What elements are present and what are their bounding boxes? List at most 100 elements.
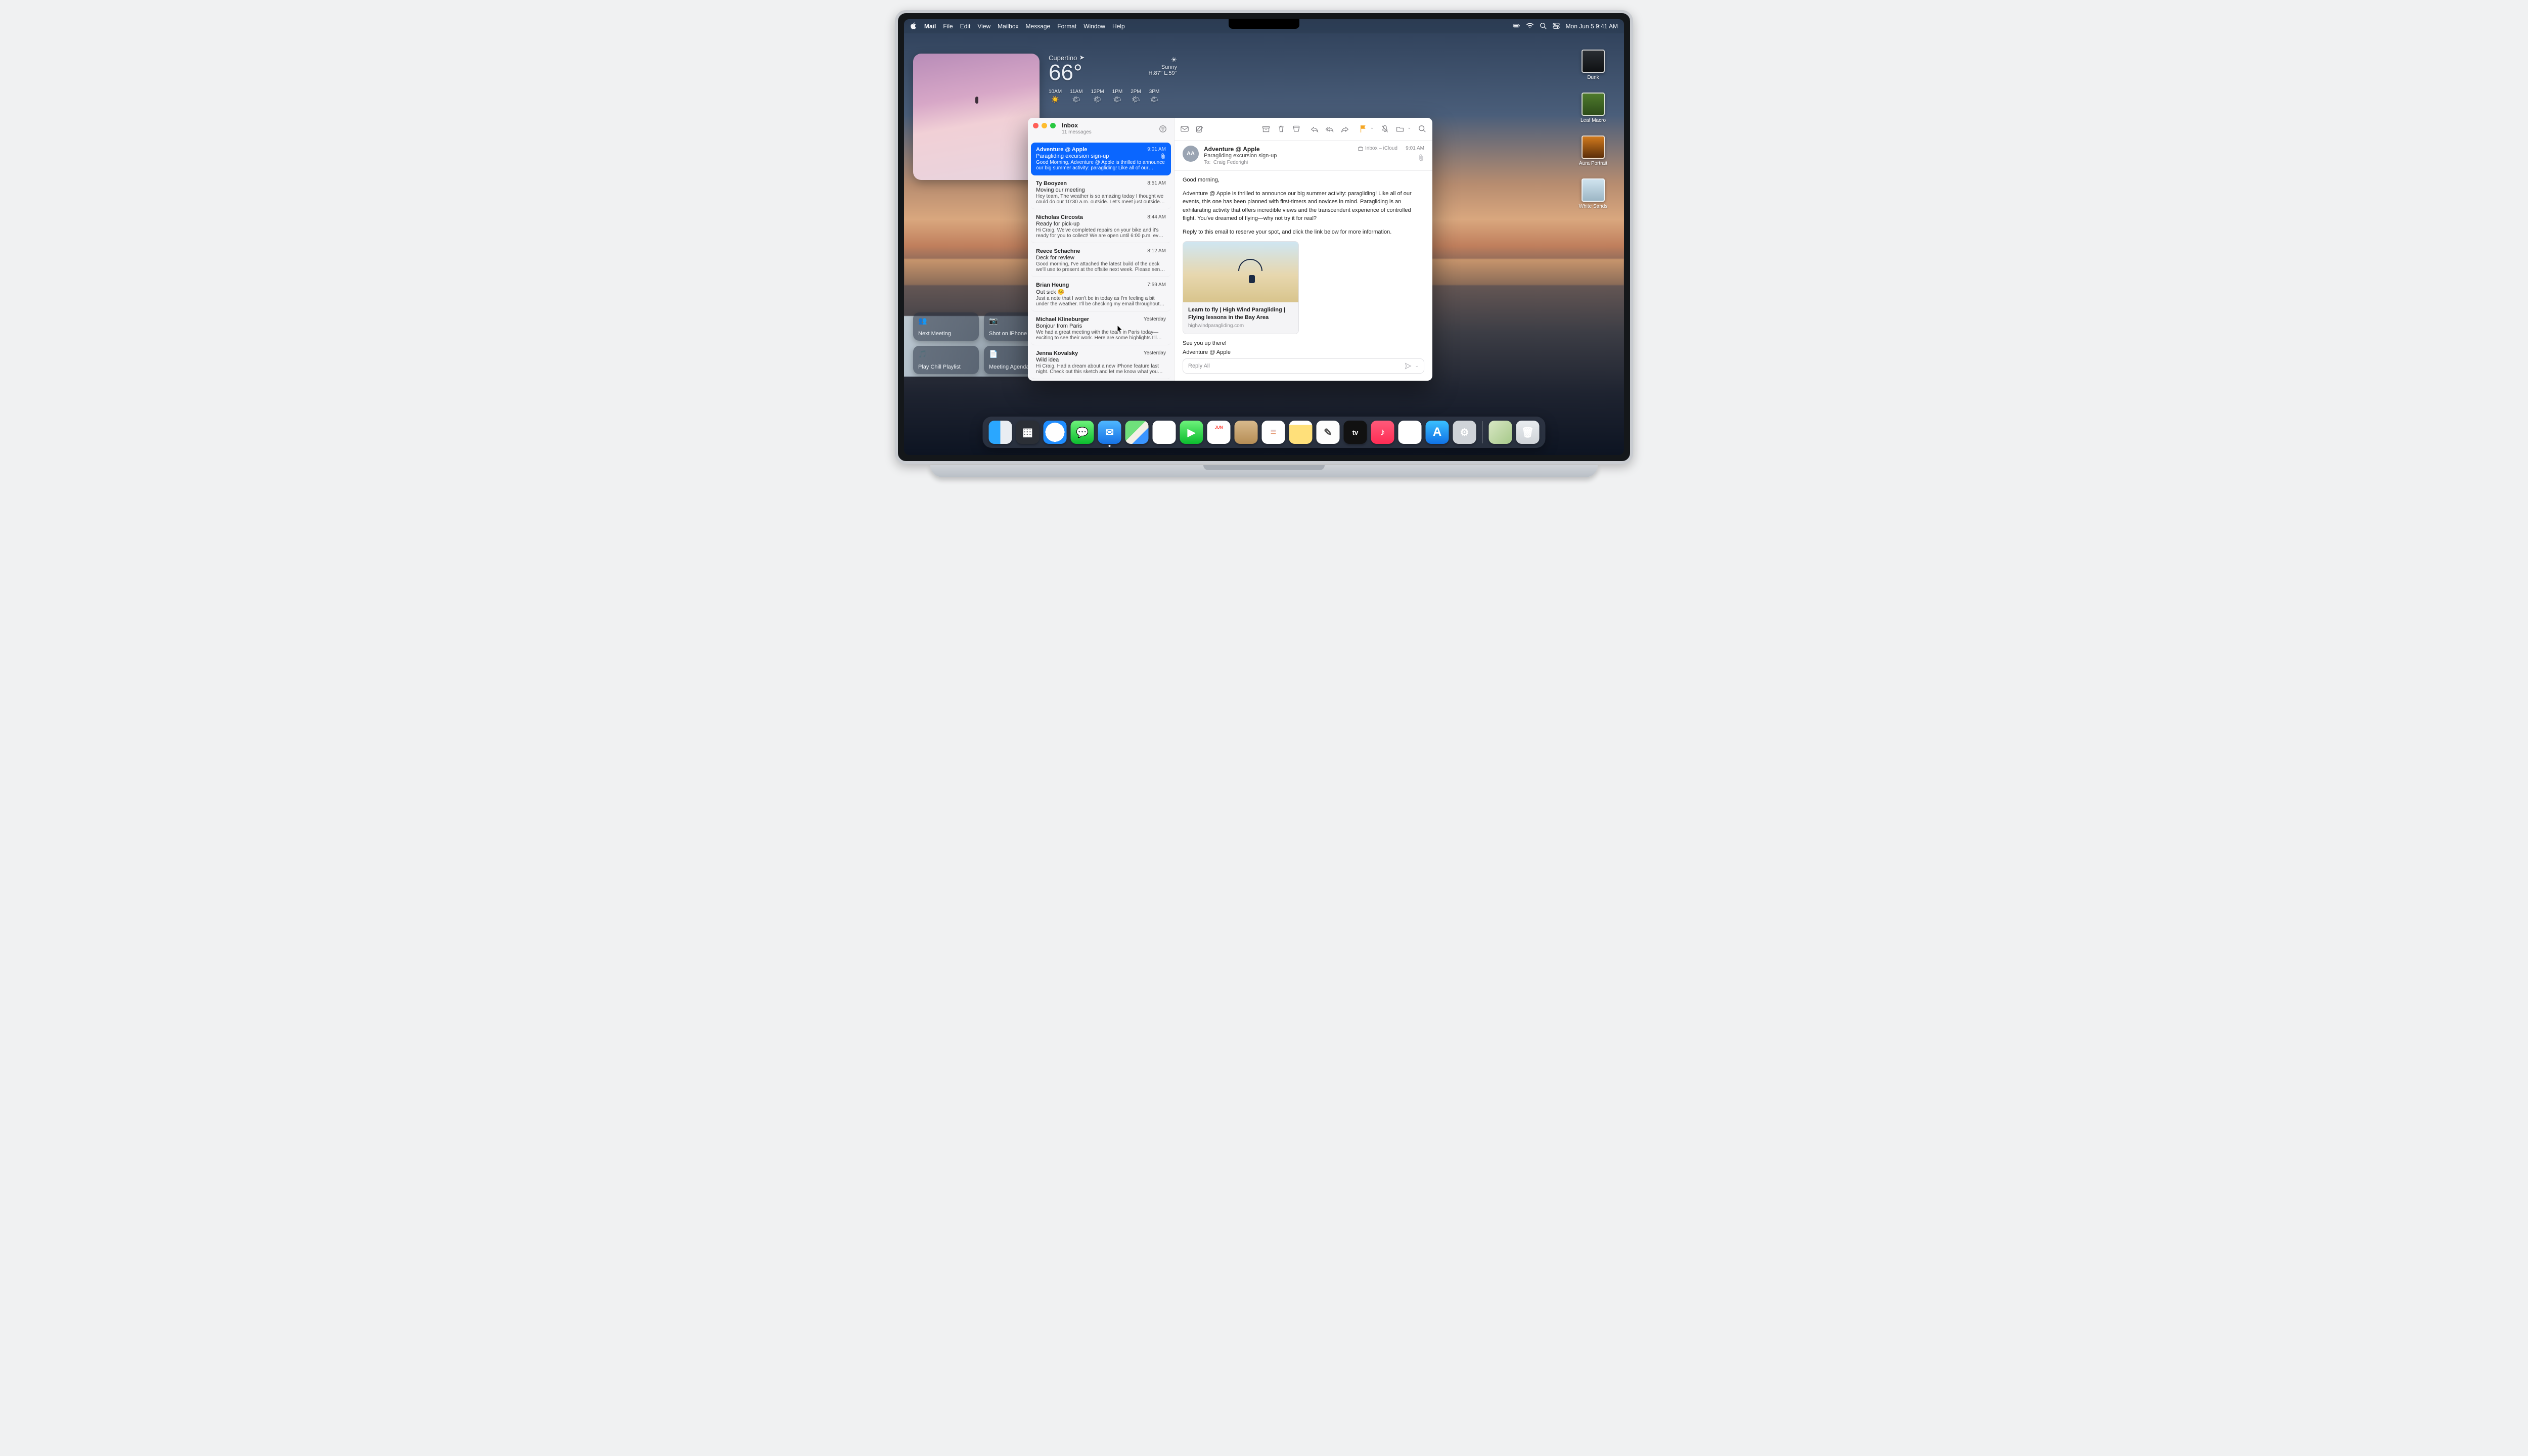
dock-appstore[interactable]: A bbox=[1426, 421, 1449, 444]
shortcut-tile[interactable]: 👥Next Meeting bbox=[913, 312, 979, 341]
control-center-icon[interactable] bbox=[1553, 22, 1560, 31]
message-list-item[interactable]: Michael KlineburgerYesterdayBonjour from… bbox=[1031, 312, 1171, 345]
dock-photos[interactable]: ✿ bbox=[1153, 421, 1176, 444]
app-menu[interactable]: Mail bbox=[924, 23, 936, 30]
dock-tv[interactable]: tv bbox=[1344, 421, 1367, 444]
envelope-icon[interactable] bbox=[1181, 125, 1189, 133]
close-window-button[interactable] bbox=[1033, 123, 1039, 128]
dock-mail[interactable]: ✉︎ bbox=[1098, 421, 1121, 444]
zoom-window-button[interactable] bbox=[1050, 123, 1056, 128]
desktop-file[interactable]: Dunk bbox=[1582, 50, 1605, 80]
link-preview-card[interactable]: Learn to fly | High Wind Paragliding | F… bbox=[1183, 241, 1299, 334]
message-from: Brian Heung bbox=[1036, 282, 1069, 288]
shortcut-tile[interactable]: 🎵Play Chill Playlist bbox=[913, 346, 979, 374]
sender-name[interactable]: Adventure @ Apple bbox=[1204, 146, 1353, 153]
dock-safari[interactable] bbox=[1044, 421, 1067, 444]
message-from: Jenna Kovalsky bbox=[1036, 350, 1078, 356]
move-chevron-icon[interactable]: ⌄ bbox=[1407, 125, 1411, 133]
message-subject: Deck for review bbox=[1036, 255, 1074, 261]
menu-format[interactable]: Format bbox=[1057, 23, 1076, 30]
message-time: 8:51 AM bbox=[1147, 180, 1166, 187]
message-list-item[interactable]: Adventure @ Apple9:01 AMParagliding excu… bbox=[1031, 143, 1171, 175]
reply-icon[interactable] bbox=[1311, 125, 1319, 133]
message-list-item[interactable]: Jenna KovalskyYesterdayWild ideaHi Craig… bbox=[1031, 346, 1171, 379]
dock-music[interactable]: ♪ bbox=[1371, 421, 1394, 444]
archive-icon[interactable] bbox=[1262, 125, 1270, 133]
send-icon[interactable] bbox=[1405, 362, 1412, 370]
weather-hilo: H:87° L:59° bbox=[1149, 70, 1178, 76]
battery-icon[interactable] bbox=[1513, 22, 1520, 31]
file-thumbnail bbox=[1582, 135, 1605, 159]
mute-icon[interactable] bbox=[1381, 125, 1389, 133]
dock-news[interactable]: N bbox=[1398, 421, 1422, 444]
menu-edit[interactable]: Edit bbox=[960, 23, 971, 30]
flag-chevron-icon[interactable]: ⌄ bbox=[1370, 125, 1374, 133]
dock-freeform[interactable]: ✎ bbox=[1317, 421, 1340, 444]
message-from: Michael Klineburger bbox=[1036, 316, 1089, 323]
reply-field[interactable]: Reply All ⌄ bbox=[1183, 358, 1424, 374]
flag-icon[interactable] bbox=[1359, 125, 1367, 133]
message-list-item[interactable]: Nicholas Circosta8:44 AMReady for pick-u… bbox=[1031, 210, 1171, 243]
dock-reminders[interactable]: ≡ bbox=[1262, 421, 1285, 444]
menu-mailbox[interactable]: Mailbox bbox=[998, 23, 1018, 30]
dock-notes[interactable] bbox=[1289, 421, 1313, 444]
menu-view[interactable]: View bbox=[977, 23, 990, 30]
menu-help[interactable]: Help bbox=[1112, 23, 1125, 30]
message-from: Nicholas Circosta bbox=[1036, 214, 1083, 220]
filter-icon[interactable] bbox=[1159, 125, 1167, 134]
message-list-item[interactable]: Brian Heung7:59 AMOut sick 🤒Just a note … bbox=[1031, 278, 1171, 311]
body-signoff: See you up there! bbox=[1183, 339, 1424, 348]
window-controls bbox=[1033, 123, 1056, 128]
message-list-item[interactable]: Reece Schachne8:12 AMDeck for reviewGood… bbox=[1031, 244, 1171, 277]
message-subject: Paragliding excursion sign-up bbox=[1204, 153, 1353, 159]
to-recipient[interactable]: Craig Federighi bbox=[1213, 160, 1248, 165]
message-subject: Bonjour from Paris bbox=[1036, 323, 1082, 329]
dock-maps[interactable] bbox=[1125, 421, 1149, 444]
message-list-item[interactable]: Melanie KabinoffYesterdayMeeting recapHi… bbox=[1031, 380, 1171, 381]
dock-messages[interactable]: 💬 bbox=[1071, 421, 1094, 444]
message-preview: Good Morning, Adventure @ Apple is thril… bbox=[1036, 160, 1166, 171]
desktop-file[interactable]: Leaf Macro bbox=[1581, 93, 1606, 123]
dock-recent-maps[interactable] bbox=[1489, 421, 1512, 444]
mail-window: Inbox 11 messages Adventure @ Apple9:01 … bbox=[1028, 118, 1432, 381]
message-mailbox[interactable]: Inbox – iCloud bbox=[1365, 146, 1397, 151]
file-thumbnail bbox=[1582, 178, 1605, 202]
menubar-datetime[interactable]: Mon Jun 5 9:41 AM bbox=[1566, 23, 1618, 30]
dock-facetime[interactable]: ▶ bbox=[1180, 421, 1203, 444]
hourly-forecast: 1PM🌤 bbox=[1112, 89, 1123, 104]
forward-icon[interactable] bbox=[1341, 125, 1349, 133]
weather-widget[interactable]: Cupertino➤ 66° ☀︎ Sunny H:87° L:59° 10AM… bbox=[1049, 54, 1180, 106]
dock-calendar[interactable]: JUN5 bbox=[1207, 421, 1231, 444]
apple-menu-icon[interactable] bbox=[910, 22, 917, 31]
trash-icon[interactable] bbox=[1277, 125, 1285, 133]
message-list-item[interactable]: Ty Booyzen8:51 AMMoving our meetingHey t… bbox=[1031, 176, 1171, 209]
dock-contacts[interactable] bbox=[1235, 421, 1258, 444]
photos-widget[interactable] bbox=[913, 54, 1040, 180]
dock-settings[interactable]: ⚙︎ bbox=[1453, 421, 1476, 444]
dock-finder[interactable] bbox=[989, 421, 1012, 444]
message-preview: Hey team, The weather is so amazing toda… bbox=[1036, 194, 1166, 205]
file-thumbnail bbox=[1582, 93, 1605, 116]
dock-trash[interactable]: 🗑 bbox=[1516, 421, 1540, 444]
message-preview: Just a note that I won't be in today as … bbox=[1036, 296, 1166, 307]
move-icon[interactable] bbox=[1396, 125, 1404, 133]
camera-notch bbox=[1229, 19, 1299, 29]
desktop-file[interactable]: Aura Portrait bbox=[1579, 135, 1607, 166]
calendar-day: 5 bbox=[1215, 430, 1222, 441]
sender-avatar[interactable]: AA bbox=[1183, 146, 1199, 162]
reply-chevron-icon[interactable]: ⌄ bbox=[1415, 363, 1419, 369]
minimize-window-button[interactable] bbox=[1042, 123, 1047, 128]
reply-all-icon[interactable] bbox=[1326, 125, 1334, 133]
menu-file[interactable]: File bbox=[943, 23, 953, 30]
junk-icon[interactable] bbox=[1292, 125, 1300, 133]
menu-window[interactable]: Window bbox=[1084, 23, 1105, 30]
message-subject: Moving our meeting bbox=[1036, 187, 1085, 193]
menu-message[interactable]: Message bbox=[1026, 23, 1051, 30]
search-icon[interactable] bbox=[1418, 125, 1426, 133]
dock-launchpad[interactable]: ▦ bbox=[1016, 421, 1040, 444]
compose-icon[interactable] bbox=[1196, 125, 1204, 133]
desktop-file[interactable]: White Sands bbox=[1579, 178, 1608, 209]
attachment-icon[interactable] bbox=[1358, 154, 1424, 163]
spotlight-icon[interactable] bbox=[1540, 22, 1547, 31]
wifi-icon[interactable] bbox=[1526, 22, 1533, 31]
